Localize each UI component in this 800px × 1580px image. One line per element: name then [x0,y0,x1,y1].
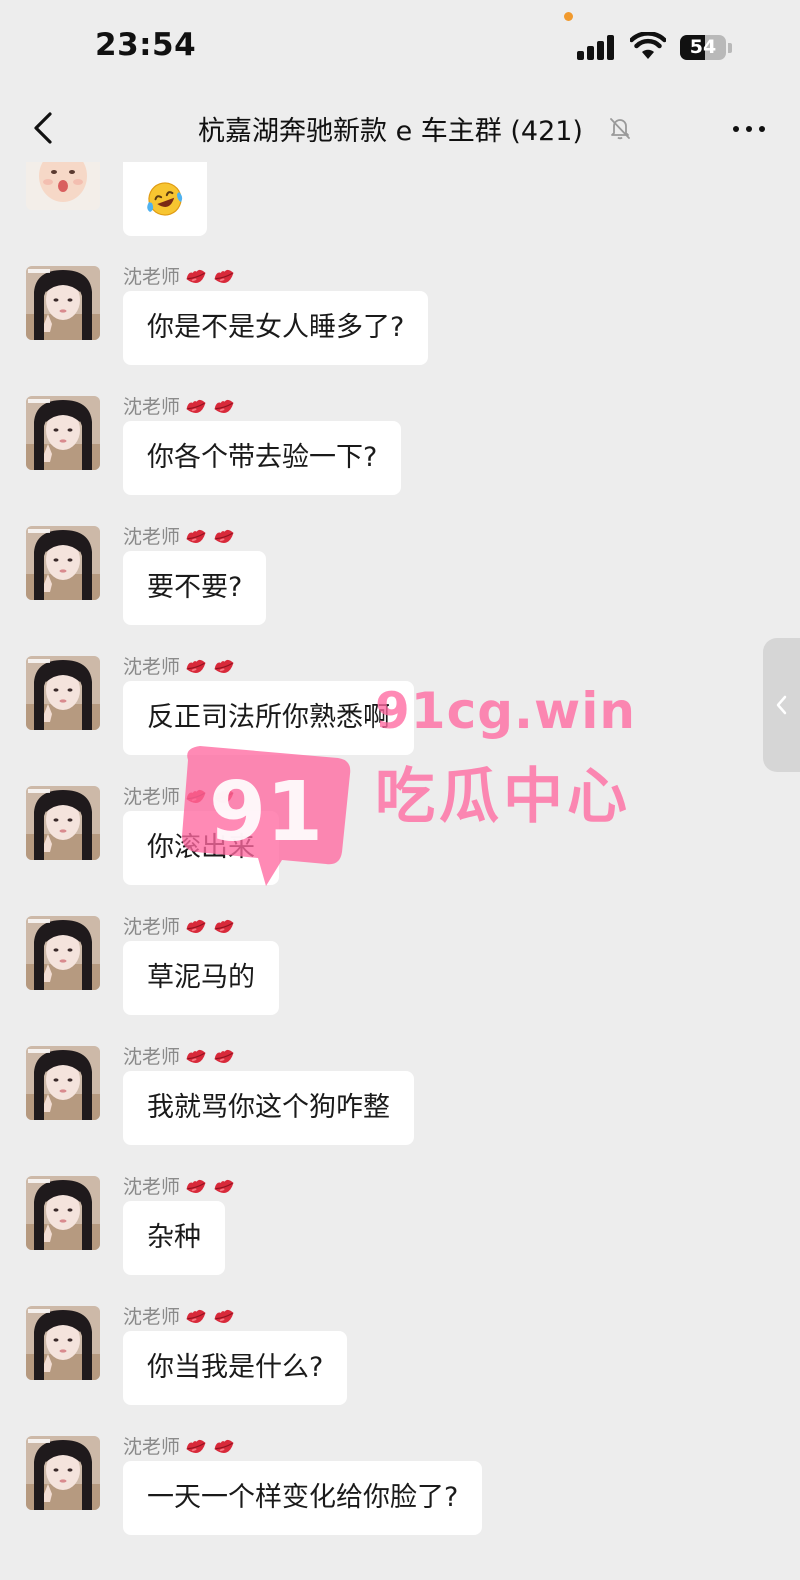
more-options-button[interactable] [724,110,774,146]
sender-name: 沈老师 [123,262,236,289]
sender-name-text: 沈老师 [123,526,181,548]
sender-avatar-image [26,1046,100,1120]
sender-avatar-image [26,916,100,990]
message-bubble[interactable]: 你是不是女人睡多了? [123,291,429,365]
sender-name-text: 沈老师 [123,786,181,808]
sender-name-text: 沈老师 [123,266,181,288]
cellular-signal-icon [577,34,617,60]
lips-icon [214,919,234,934]
avatar[interactable] [26,396,100,470]
sender-name-text: 沈老师 [123,656,181,678]
battery-icon: 54 [680,35,726,60]
back-button[interactable] [26,106,66,150]
message-bubble[interactable]: 杂种 [123,1201,225,1275]
lips-icon [186,789,206,804]
sender-name: 沈老师 [123,522,236,549]
sender-name: 沈老师 [123,1432,236,1459]
avatar[interactable] [26,786,100,860]
baby-avatar-image [26,162,100,210]
lips-icon [214,399,234,414]
sender-name-text: 沈老师 [123,1306,181,1328]
avatar[interactable] [26,1176,100,1250]
chat-title: 杭嘉湖奔驰新款 e 车主群 (421) [198,116,583,147]
lips-icon [214,1439,234,1454]
status-bar: 23:54 54 [0,0,800,96]
lips-icon [214,1049,234,1064]
lips-icon [186,659,206,674]
laughing-crying-emoji-icon [147,182,183,216]
avatar[interactable] [26,916,100,990]
sender-name-text: 沈老师 [123,1176,181,1198]
sender-avatar-image [26,1176,100,1250]
lips-icon [186,1049,206,1064]
sender-name: 沈老师 [123,1302,236,1329]
lips-icon [214,1309,234,1324]
message-bubble[interactable]: 反正司法所你熟悉啊 [123,681,414,755]
lips-icon [214,529,234,544]
lips-icon [214,789,234,804]
message-bubble[interactable]: 我就骂你这个狗咋整 [123,1071,414,1145]
lips-icon [214,1179,234,1194]
message-list[interactable]: 沈老师 你是不是女人睡多了? 沈老师 你各个带去验一下? 沈老师 要不要? 沈老师 反正司法所… [0,162,800,1580]
side-panel-handle[interactable] [763,638,800,772]
wifi-icon [630,32,666,59]
battery-cap [728,43,732,53]
sender-name: 沈老师 [123,912,236,939]
lips-icon [186,919,206,934]
lips-icon [214,659,234,674]
chat-header: 杭嘉湖奔驰新款 e 车主群 (421) [0,96,800,162]
bell-slash-icon [610,118,630,140]
message-bubble[interactable]: 你各个带去验一下? [123,421,402,495]
message-bubble[interactable]: 草泥马的 [123,941,279,1015]
sender-avatar-image [26,1306,100,1380]
battery-percent: 54 [689,36,717,58]
lips-icon [186,269,206,284]
more-dots-icon [733,126,739,132]
sender-name: 沈老师 [123,1042,236,1069]
avatar[interactable] [26,526,100,600]
sender-avatar-image [26,1436,100,1510]
lips-icon [214,269,234,284]
privacy-indicator-dot [564,12,573,21]
message-bubble[interactable] [123,162,207,236]
lips-icon [186,1439,206,1454]
lips-icon [186,1179,206,1194]
sender-name-text: 沈老师 [123,916,181,938]
sender-name: 沈老师 [123,652,236,679]
sender-name-text: 沈老师 [123,1436,181,1458]
message-bubble[interactable]: 你滚出来 [123,811,279,885]
chevron-left-icon [776,695,787,715]
sender-name: 沈老师 [123,392,236,419]
sender-avatar-image [26,526,100,600]
lips-icon [186,1309,206,1324]
sender-name: 沈老师 [123,1172,236,1199]
avatar[interactable] [26,162,100,210]
lips-icon [186,529,206,544]
avatar[interactable] [26,656,100,730]
sender-avatar-image [26,266,100,340]
sender-avatar-image [26,656,100,730]
avatar[interactable] [26,1046,100,1120]
sender-name-text: 沈老师 [123,1046,181,1068]
message-bubble[interactable]: 要不要? [123,551,267,625]
avatar[interactable] [26,1306,100,1380]
sender-avatar-image [26,786,100,860]
lips-icon [186,399,206,414]
sender-avatar-image [26,396,100,470]
status-time: 23:54 [95,27,197,63]
message-bubble[interactable]: 一天一个样变化给你脸了? [123,1461,483,1535]
avatar[interactable] [26,1436,100,1510]
avatar[interactable] [26,266,100,340]
sender-name: 沈老师 [123,782,236,809]
sender-name-text: 沈老师 [123,396,181,418]
chat-screen: 23:54 54 杭嘉湖奔驰新款 e 车主群 (421) 沈老师 你是不是女人睡… [0,0,800,1580]
message-bubble[interactable]: 你当我是什么? [123,1331,348,1405]
chevron-left-icon [34,112,52,144]
